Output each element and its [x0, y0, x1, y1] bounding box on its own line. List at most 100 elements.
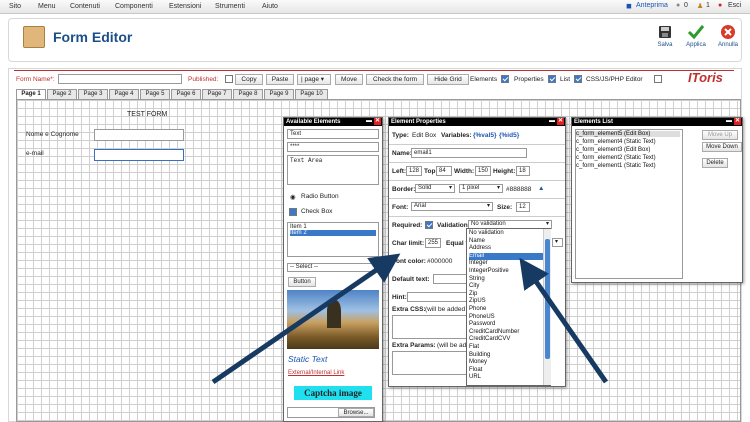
menu-aiuto[interactable]: Aiuto [262, 3, 278, 10]
text-element[interactable]: Text [287, 129, 379, 139]
validation-option[interactable]: Zip [469, 291, 477, 299]
password-element[interactable]: **** [287, 142, 379, 152]
list-item[interactable]: c_form_element2 (Static Text) [576, 155, 656, 161]
validation-option[interactable]: Money [469, 359, 487, 367]
validation-option[interactable]: CreditCardCVV [469, 336, 510, 344]
tab-page-3[interactable]: Page 3 [78, 89, 108, 99]
textarea-element[interactable]: Text Area [287, 155, 379, 185]
copy-button[interactable]: Copy [235, 74, 263, 85]
font-color-value[interactable]: #000000 [427, 258, 452, 265]
move-up-button[interactable]: Move Up [702, 130, 738, 140]
listbox-element[interactable]: Item 1 Item 2 [287, 222, 379, 257]
left-input[interactable]: 128 [406, 166, 422, 176]
validation-option[interactable]: Phone [469, 306, 486, 314]
border-style-select[interactable]: Solid ▾ [415, 184, 455, 193]
tab-page-6[interactable]: Page 6 [171, 89, 201, 99]
height-input[interactable]: 18 [516, 166, 530, 176]
validation-option[interactable]: CreditCardNumber [469, 329, 519, 337]
cancel-button[interactable]: Annulla [715, 24, 741, 58]
delete-button[interactable]: Delete [702, 158, 728, 168]
minimize-icon[interactable]: ▬ [366, 118, 372, 125]
list-option-selected[interactable]: Item 2 [290, 230, 376, 236]
width-input[interactable]: 150 [475, 166, 491, 176]
elements-listbox[interactable]: c_form_element5 (Edit Box) c_form_elemen… [575, 129, 683, 279]
validation-option[interactable]: City [469, 283, 479, 291]
menu-strumenti[interactable]: Strumenti [215, 3, 245, 10]
elements-toggle-checkbox[interactable] [501, 75, 509, 83]
radio-button-element[interactable]: Radio Button [301, 193, 339, 200]
name-field[interactable] [94, 129, 184, 141]
menu-contenuti[interactable]: Contenuti [70, 3, 100, 10]
tab-page-8[interactable]: Page 8 [233, 89, 263, 99]
validation-option[interactable]: Float [469, 367, 482, 375]
list-item[interactable]: c_form_element1 (Static Text) [576, 163, 656, 169]
properties-toggle-checkbox[interactable] [548, 75, 556, 83]
validation-option[interactable]: Address [469, 245, 491, 253]
default-text-input[interactable] [433, 274, 468, 284]
size-input[interactable]: 12 [516, 202, 530, 212]
scrollbar-thumb[interactable] [545, 239, 550, 359]
move-button[interactable]: Move [335, 74, 363, 85]
required-checkbox[interactable] [425, 221, 433, 229]
validation-option-selected[interactable]: Email [469, 252, 543, 261]
validation-option[interactable]: Building [469, 352, 490, 360]
paste-button[interactable]: Paste [266, 74, 294, 85]
logout-link[interactable]: Esci [728, 2, 741, 9]
messages-count[interactable]: 0 [684, 2, 688, 9]
tab-page-4[interactable]: Page 4 [109, 89, 139, 99]
validation-option[interactable]: Password [469, 321, 495, 329]
close-icon[interactable]: ✕ [557, 118, 564, 125]
color-picker-icon[interactable]: ▲ [538, 185, 544, 192]
menu-componenti[interactable]: Componenti [115, 3, 153, 10]
list-item[interactable]: c_form_element5 (Edit Box) [576, 131, 680, 137]
tab-page-5[interactable]: Page 5 [140, 89, 170, 99]
validation-dropdown[interactable]: No validation Name Address Email Integer… [466, 228, 551, 386]
name-prop-input[interactable]: email1 [411, 148, 527, 158]
menu-menu[interactable]: Menu [38, 3, 56, 10]
form-title[interactable]: TEST FORM [127, 111, 167, 118]
minimize-icon[interactable]: ▬ [549, 118, 555, 125]
users-count[interactable]: 1 [706, 2, 710, 9]
css-editor-checkbox[interactable] [654, 75, 662, 83]
minimize-icon[interactable]: ▬ [726, 118, 732, 125]
file-upload-element[interactable]: Browse... [287, 407, 375, 418]
validation-option[interactable]: IntegerPositive [469, 268, 509, 276]
extra-params-textarea[interactable] [392, 351, 468, 375]
name-label[interactable]: Nome e Cognome [26, 131, 79, 138]
image-element[interactable] [287, 290, 379, 349]
captcha-element[interactable]: Captcha image [294, 386, 372, 400]
browse-button[interactable]: Browse... [338, 408, 374, 417]
preview-link[interactable]: Anteprima [636, 2, 668, 9]
hint-input[interactable] [407, 292, 467, 302]
dropdown-scrollbar[interactable] [543, 229, 551, 385]
checkbox-element[interactable]: Check Box [301, 208, 332, 215]
menu-sito[interactable]: Sito [9, 3, 21, 10]
email-label[interactable]: e-mail [26, 150, 44, 157]
list-item[interactable]: c_form_element3 (Edit Box) [576, 147, 650, 153]
border-color-value[interactable]: #888888 [506, 186, 531, 193]
menu-estensioni[interactable]: Estensioni [169, 3, 201, 10]
tab-page-2[interactable]: Page 2 [47, 89, 77, 99]
char-limit-input[interactable]: 255 [425, 238, 441, 248]
validation-option[interactable]: ZipUS [469, 298, 486, 306]
static-text-element[interactable]: Static Text [288, 354, 327, 364]
close-icon[interactable]: ✕ [734, 118, 741, 125]
validation-option[interactable]: URL [469, 374, 481, 382]
validation-option[interactable]: Flat [469, 344, 479, 352]
equal-to-select[interactable]: ▾ [552, 238, 563, 247]
move-down-button[interactable]: Move Down [702, 142, 742, 152]
close-icon[interactable]: ✕ [374, 118, 381, 125]
check-form-button[interactable]: Check the form [366, 74, 424, 85]
list-toggle-checkbox[interactable] [574, 75, 582, 83]
published-checkbox[interactable] [225, 75, 233, 83]
form-name-input[interactable] [58, 74, 182, 84]
save-button[interactable]: Salva [652, 24, 678, 58]
select-element[interactable]: -- Select -- ▾ [287, 263, 379, 272]
link-element[interactable]: External/Internal Link [288, 370, 344, 376]
tab-page-9[interactable]: Page 9 [264, 89, 294, 99]
apply-button[interactable]: Applica [683, 24, 709, 58]
validation-option[interactable]: No validation [469, 230, 504, 238]
extra-css-textarea[interactable] [392, 315, 468, 339]
page-select[interactable]: | page ▾ [297, 74, 331, 85]
border-width-select[interactable]: 1 pixel ▾ [459, 184, 503, 193]
